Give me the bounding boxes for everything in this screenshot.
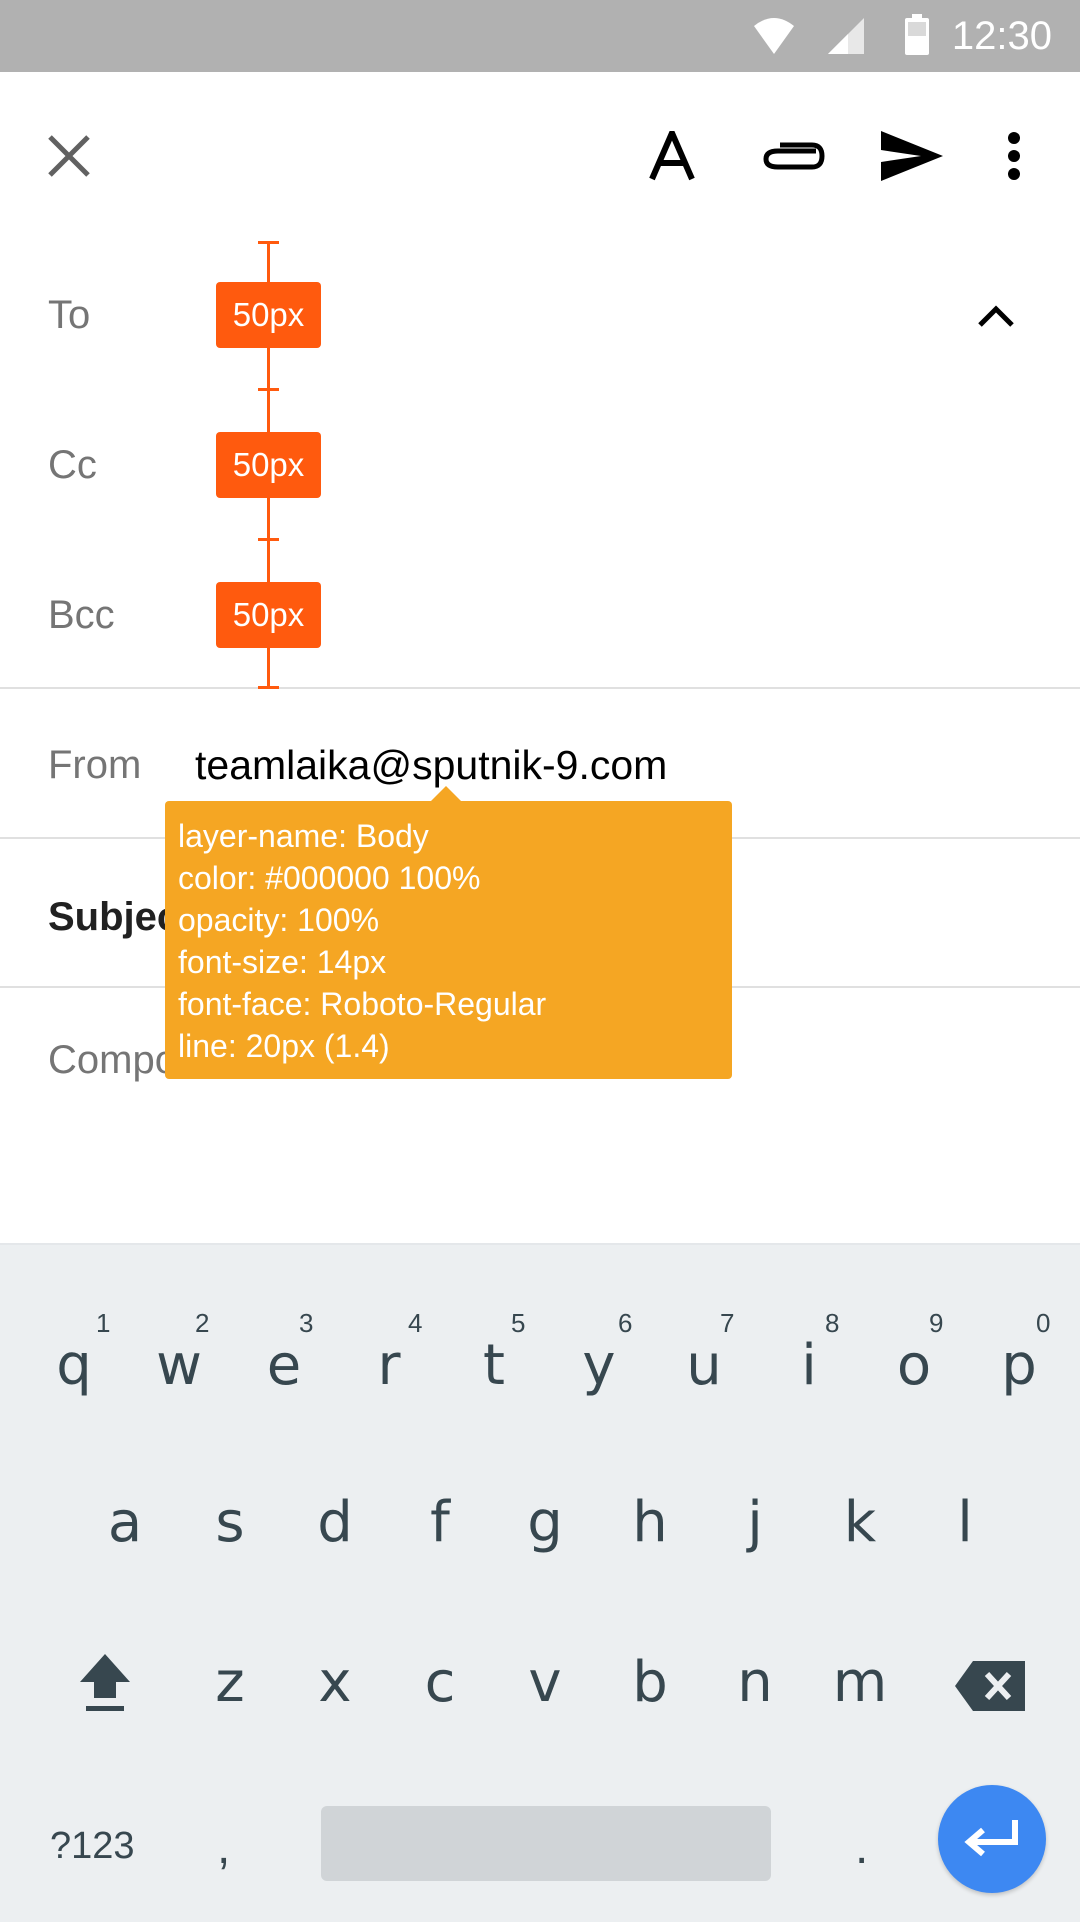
bcc-field-label[interactable]: Bcc (48, 593, 115, 638)
key-v[interactable]: v (492, 1650, 598, 1715)
tooltip-line: layer-name: Body (178, 818, 429, 854)
compose-toolbar (0, 72, 1080, 242)
measure-tick (258, 686, 279, 689)
key-e[interactable]: e (231, 1333, 337, 1398)
key-s[interactable]: s (177, 1490, 283, 1555)
key-hint: 0 (1036, 1308, 1051, 1338)
tooltip-arrow (430, 786, 462, 802)
send-icon[interactable] (876, 124, 948, 188)
wifi-icon (752, 16, 796, 61)
key-hint: 1 (96, 1308, 111, 1338)
tooltip-line: opacity: 100% (178, 902, 380, 938)
key-c[interactable]: c (387, 1650, 493, 1715)
key-z[interactable]: z (177, 1650, 283, 1715)
key-hint: 9 (929, 1308, 944, 1338)
key-h[interactable]: h (597, 1490, 703, 1555)
from-value[interactable]: teamlaika@sputnik-9.com (195, 742, 667, 789)
key-l[interactable]: l (912, 1490, 1018, 1555)
key-q[interactable]: q (21, 1333, 127, 1398)
from-field-label: From (48, 743, 142, 787)
close-icon[interactable] (38, 125, 100, 187)
status-bar: 12:30 (0, 0, 1080, 72)
to-field-label[interactable]: To (48, 293, 90, 338)
symbols-key[interactable]: ?123 (50, 1825, 135, 1868)
enter-key[interactable] (938, 1785, 1046, 1893)
key-r[interactable]: r (336, 1333, 442, 1398)
key-j[interactable]: j (702, 1490, 808, 1555)
key-k[interactable]: k (807, 1490, 913, 1555)
key-hint: 2 (195, 1308, 210, 1338)
tooltip-line: color: #000000 100% (178, 860, 481, 896)
backspace-icon[interactable] (952, 1658, 1028, 1714)
comma-key[interactable]: , (217, 1820, 230, 1875)
subject-field[interactable]: Subjec (48, 895, 179, 940)
measure-tick (258, 538, 279, 541)
key-p[interactable]: p (966, 1333, 1072, 1398)
shift-icon[interactable] (72, 1650, 138, 1716)
key-u[interactable]: u (651, 1333, 757, 1398)
key-w[interactable]: w (126, 1333, 232, 1398)
spacing-badge: 50px (216, 432, 321, 498)
key-hint: 6 (618, 1308, 633, 1338)
period-key[interactable]: . (855, 1820, 868, 1875)
tooltip-line: line: 20px (1.4) (178, 1028, 390, 1064)
key-a[interactable]: a (72, 1490, 178, 1555)
chevron-up-icon[interactable] (972, 296, 1020, 336)
key-f[interactable]: f (387, 1490, 493, 1555)
key-d[interactable]: d (282, 1490, 388, 1555)
more-vert-icon[interactable] (996, 124, 1032, 188)
enter-icon (963, 1816, 1021, 1863)
key-hint: 5 (511, 1308, 526, 1338)
measure-tick (258, 241, 279, 244)
divider (0, 687, 1080, 689)
key-g[interactable]: g (492, 1490, 598, 1555)
key-i[interactable]: i (756, 1333, 862, 1398)
status-time: 12:30 (951, 14, 1052, 58)
spacing-badge: 50px (216, 282, 321, 348)
tooltip-line: font-face: Roboto-Regular (178, 986, 547, 1022)
key-hint: 7 (720, 1308, 735, 1338)
measure-tick (258, 388, 279, 391)
compose-body-field[interactable]: Compo (48, 1038, 177, 1083)
key-x[interactable]: x (282, 1650, 388, 1715)
key-hint: 4 (408, 1308, 423, 1338)
key-b[interactable]: b (597, 1650, 703, 1715)
format-text-icon[interactable] (640, 124, 704, 188)
layer-inspector-tooltip: layer-name: Body color: #000000 100% opa… (165, 801, 732, 1079)
key-o[interactable]: o (861, 1333, 967, 1398)
key-n[interactable]: n (702, 1650, 808, 1715)
spacebar[interactable] (321, 1806, 771, 1881)
key-y[interactable]: y (546, 1333, 652, 1398)
tooltip-line: font-size: 14px (178, 944, 387, 980)
key-hint: 3 (299, 1308, 314, 1338)
cc-field-label[interactable]: Cc (48, 443, 97, 488)
cell-signal-icon (826, 16, 866, 61)
key-t[interactable]: t (441, 1333, 547, 1398)
key-hint: 8 (825, 1308, 840, 1338)
attach-icon[interactable] (755, 124, 831, 188)
spacing-badge: 50px (216, 582, 321, 648)
key-m[interactable]: m (807, 1650, 913, 1715)
battery-icon (904, 14, 930, 61)
